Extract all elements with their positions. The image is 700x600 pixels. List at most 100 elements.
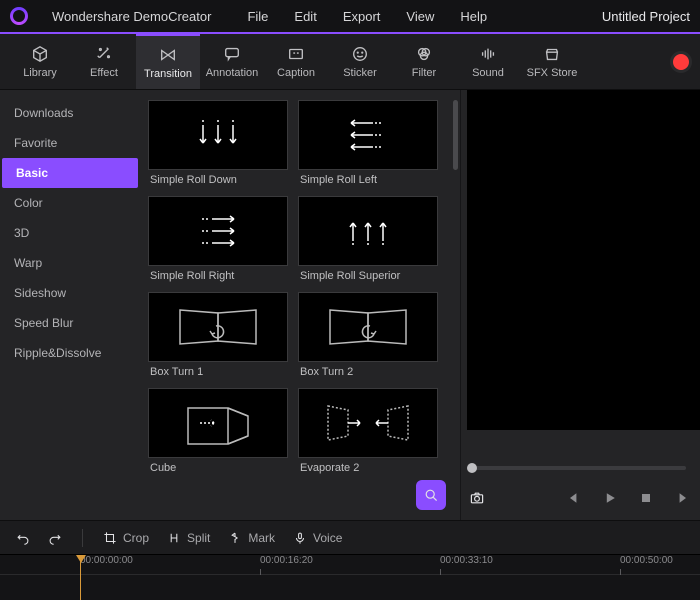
filter-icon — [415, 45, 433, 63]
cube-icon — [31, 45, 49, 63]
timeline[interactable]: 00:00:00:00 00:00:16:20 00:00:33:10 00:0… — [0, 554, 700, 600]
timeline-ruler[interactable]: 00:00:00:00 00:00:16:20 00:00:33:10 00:0… — [0, 555, 700, 575]
thumb-box-turn-1 — [148, 292, 288, 362]
sidebar-item-speed-blur[interactable]: Speed Blur — [0, 308, 140, 338]
undo-button[interactable] — [16, 531, 30, 545]
record-button[interactable] — [670, 34, 692, 89]
prev-icon — [566, 490, 582, 506]
tab-transition[interactable]: Transition — [136, 34, 200, 89]
app-logo-icon — [10, 7, 28, 25]
tab-library[interactable]: Library — [8, 34, 72, 89]
timeline-playhead[interactable] — [80, 555, 81, 600]
split-icon — [167, 531, 181, 545]
sidebar-item-downloads[interactable]: Downloads — [0, 98, 140, 128]
crop-button[interactable]: Crop — [103, 531, 149, 545]
ruler-tick: 00:00:00:00 — [80, 555, 133, 566]
stop-button[interactable] — [638, 490, 654, 506]
sidebar-item-favorite[interactable]: Favorite — [0, 128, 140, 158]
sidebar-item-warp[interactable]: Warp — [0, 248, 140, 278]
stop-icon — [638, 490, 654, 506]
card-label: Box Turn 1 — [148, 362, 288, 382]
crop-icon — [103, 531, 117, 545]
thumb-cube — [148, 388, 288, 458]
ruler-tick: 00:00:33:10 — [440, 555, 493, 566]
tab-label: Transition — [144, 68, 192, 80]
next-icon — [674, 490, 690, 506]
prev-button[interactable] — [566, 490, 582, 506]
tool-tabs: Library Effect Transition Annotation Cap… — [0, 34, 700, 90]
record-icon — [670, 51, 692, 73]
project-title: Untitled Project — [602, 9, 690, 24]
sidebar-item-color[interactable]: Color — [0, 188, 140, 218]
menu-view[interactable]: View — [406, 9, 434, 24]
gallery-card[interactable]: Simple Roll Left — [298, 100, 438, 190]
tab-sfx-store[interactable]: SFX Store — [520, 34, 584, 89]
search-button[interactable] — [416, 480, 446, 510]
thumb-evaporate — [298, 388, 438, 458]
preview-seek-slider[interactable] — [471, 466, 686, 470]
gallery-scrollbar[interactable] — [453, 100, 458, 280]
snapshot-button[interactable] — [469, 490, 485, 506]
redo-icon — [48, 531, 62, 545]
tab-label: Filter — [412, 67, 436, 79]
btn-label: Mark — [248, 531, 275, 545]
tab-effect[interactable]: Effect — [72, 34, 136, 89]
smiley-icon — [351, 45, 369, 63]
sidebar-item-sideshow[interactable]: Sideshow — [0, 278, 140, 308]
gallery-card[interactable]: Cube — [148, 388, 288, 478]
tab-label: SFX Store — [527, 67, 578, 79]
play-button[interactable] — [602, 490, 618, 506]
gallery-card[interactable]: Simple Roll Down — [148, 100, 288, 190]
transition-gallery: Simple Roll Down Simple Roll Left Simple… — [140, 90, 460, 520]
camera-icon — [469, 490, 485, 506]
equalizer-icon — [479, 45, 497, 63]
split-button[interactable]: Split — [167, 531, 210, 545]
ruler-tick: 00:00:16:20 — [260, 555, 313, 566]
menu-help[interactable]: Help — [460, 9, 487, 24]
preview-controls — [469, 490, 690, 506]
search-icon — [423, 487, 439, 503]
thumb-roll-down — [148, 100, 288, 170]
gallery-card[interactable]: Box Turn 1 — [148, 292, 288, 382]
card-label: Simple Roll Down — [148, 170, 288, 190]
undo-icon — [16, 531, 30, 545]
store-icon — [543, 45, 561, 63]
tab-caption[interactable]: Caption — [264, 34, 328, 89]
next-button[interactable] — [674, 490, 690, 506]
tab-label: Sound — [472, 67, 504, 79]
gallery-card[interactable]: Simple Roll Right — [148, 196, 288, 286]
mark-icon — [228, 531, 242, 545]
card-label: Simple Roll Left — [298, 170, 438, 190]
thumb-roll-left — [298, 100, 438, 170]
gallery-card[interactable]: Box Turn 2 — [298, 292, 438, 382]
tab-label: Library — [23, 67, 57, 79]
btn-label: Split — [187, 531, 210, 545]
thumb-roll-right — [148, 196, 288, 266]
sidebar-item-ripple-dissolve[interactable]: Ripple&Dissolve — [0, 338, 140, 368]
preview-panel — [460, 90, 700, 520]
edit-toolbar: Crop Split Mark Voice — [0, 520, 700, 554]
tab-filter[interactable]: Filter — [392, 34, 456, 89]
tab-label: Sticker — [343, 67, 377, 79]
thumb-box-turn-2 — [298, 292, 438, 362]
sidebar-item-3d[interactable]: 3D — [0, 218, 140, 248]
app-name: Wondershare DemoCreator — [52, 9, 211, 24]
card-label: Box Turn 2 — [298, 362, 438, 382]
gallery-card[interactable]: Simple Roll Superior — [298, 196, 438, 286]
card-label: Simple Roll Superior — [298, 266, 438, 286]
redo-button[interactable] — [48, 531, 62, 545]
tab-annotation[interactable]: Annotation — [200, 34, 264, 89]
sidebar-item-basic[interactable]: Basic — [2, 158, 138, 188]
voice-button[interactable]: Voice — [293, 531, 342, 545]
gallery-card[interactable]: Evaporate 2 — [298, 388, 438, 478]
tab-sound[interactable]: Sound — [456, 34, 520, 89]
mark-button[interactable]: Mark — [228, 531, 275, 545]
menu-edit[interactable]: Edit — [294, 9, 316, 24]
sparkle-icon — [95, 45, 113, 63]
title-bar: Wondershare DemoCreator File Edit Export… — [0, 0, 700, 32]
menu-export[interactable]: Export — [343, 9, 381, 24]
tab-label: Effect — [90, 67, 118, 79]
tab-sticker[interactable]: Sticker — [328, 34, 392, 89]
menu-bar: File Edit Export View Help — [247, 9, 487, 24]
menu-file[interactable]: File — [247, 9, 268, 24]
